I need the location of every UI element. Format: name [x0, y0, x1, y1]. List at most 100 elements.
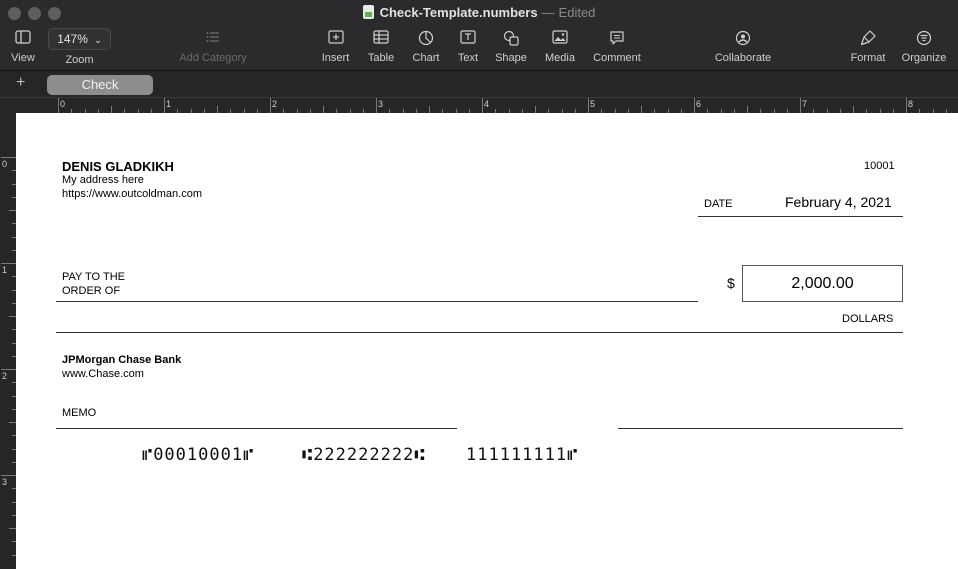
ruler-label: 7	[802, 99, 808, 109]
ruler-label: 1	[2, 265, 8, 275]
chart-label: Chart	[412, 52, 440, 64]
amount-box[interactable]: 2,000.00	[742, 265, 903, 302]
ruler-tick	[1, 263, 16, 264]
ruler-tick	[111, 106, 112, 113]
ruler-label: 2	[272, 99, 278, 109]
sheet-tab-bar: + Check	[0, 70, 958, 97]
list-icon	[172, 30, 254, 46]
horizontal-ruler: 0 1 2 3 4 5 6 7 8	[0, 97, 958, 113]
zoom-value: 147%	[57, 32, 88, 46]
text-icon	[453, 30, 483, 46]
ruler-label: 3	[378, 99, 384, 109]
media-label: Media	[545, 52, 575, 64]
ruler-tick	[588, 98, 589, 113]
currency-symbol: $	[727, 275, 735, 291]
text-label: Text	[457, 52, 479, 64]
zoom-dropdown[interactable]: 147% ⌄	[48, 28, 111, 50]
view-label: View	[11, 52, 35, 64]
date-label: DATE	[704, 198, 733, 210]
collaborate-button[interactable]: Collaborate	[711, 30, 775, 64]
comment-label: Comment	[593, 52, 641, 64]
ruler-tick	[217, 106, 218, 113]
signature-underline	[618, 428, 903, 429]
view-button[interactable]: View	[8, 30, 38, 64]
ruler-tick	[9, 210, 16, 211]
ruler-tick	[747, 106, 748, 113]
vertical-ruler: 0 1 2 3	[0, 113, 16, 569]
insert-label: Insert	[321, 52, 350, 64]
micr-routing-number[interactable]: ⑆222222222⑆	[302, 445, 426, 465]
ruler-tick	[376, 98, 377, 113]
ruler-tick	[694, 98, 695, 113]
bank-name[interactable]: JPMorgan Chase Bank	[62, 354, 181, 366]
ruler-tick	[800, 98, 801, 113]
document-name: Check-Template.numbers	[379, 5, 538, 20]
add-category-button[interactable]: Add Category	[172, 30, 254, 64]
insert-icon	[318, 30, 353, 46]
ruler-tick	[1, 369, 16, 370]
numbers-document-icon	[362, 5, 374, 19]
payer-name[interactable]: DENIS GLADKIKH	[62, 159, 174, 174]
ruler-tick	[429, 106, 430, 113]
ruler-tick	[482, 98, 483, 113]
dollars-label: DOLLARS	[842, 313, 894, 325]
sheet-canvas[interactable]: DENIS GLADKIKH My address here https://w…	[16, 113, 958, 569]
payee-underline	[56, 301, 698, 302]
ruler-tick	[906, 98, 907, 113]
table-icon	[364, 30, 398, 46]
ruler-tick	[270, 98, 271, 113]
ruler-tick	[853, 106, 854, 113]
ruler-label: 1	[166, 99, 172, 109]
ruler-tick	[1, 157, 16, 158]
comment-icon	[590, 30, 644, 46]
media-button[interactable]: Media	[541, 30, 579, 64]
text-button[interactable]: Text	[453, 30, 483, 64]
chevron-down-icon: ⌄	[94, 35, 102, 45]
insert-button[interactable]: Insert	[318, 30, 353, 64]
collaborate-label: Collaborate	[714, 52, 772, 64]
organize-label: Organize	[901, 52, 947, 64]
ruler-tick	[1, 475, 16, 476]
sheet-tab-check[interactable]: Check	[47, 75, 153, 95]
micr-check-number[interactable]: ⑈00010001⑈	[142, 445, 254, 465]
ruler-tick	[9, 316, 16, 317]
media-icon	[541, 30, 579, 46]
date-value[interactable]: February 4, 2021	[785, 194, 892, 210]
payer-address[interactable]: My address here	[62, 174, 144, 186]
format-button[interactable]: Format	[848, 30, 888, 64]
shape-label: Shape	[495, 52, 527, 64]
format-label: Format	[850, 52, 886, 64]
collaborate-icon	[711, 30, 775, 46]
ruler-tick	[9, 528, 16, 529]
ruler-label: 4	[484, 99, 490, 109]
shape-icon	[493, 30, 529, 46]
window-toolbar: Check-Template.numbers — Edited View 147% …	[0, 0, 958, 70]
payer-website[interactable]: https://www.outcoldman.com	[62, 188, 202, 200]
zoom-label: Zoom	[65, 54, 94, 66]
memo-underline	[56, 428, 457, 429]
ruler-label: 3	[2, 477, 8, 487]
check-number[interactable]: 10001	[864, 160, 895, 172]
micr-account-number[interactable]: 111111111⑈	[466, 445, 578, 465]
comment-button[interactable]: Comment	[590, 30, 644, 64]
ruler-tick	[164, 98, 165, 113]
pay-to-label-line1: PAY TO THE	[62, 271, 125, 283]
table-button[interactable]: Table	[364, 30, 398, 64]
ruler-label: 0	[60, 99, 66, 109]
written-amount-underline	[56, 332, 903, 333]
pay-to-label-line2: ORDER OF	[62, 285, 121, 297]
add-sheet-button[interactable]: +	[16, 74, 25, 92]
ruler-tick	[323, 106, 324, 113]
ruler-tick	[58, 98, 59, 113]
bank-website[interactable]: www.Chase.com	[62, 368, 144, 380]
ruler-label: 8	[908, 99, 914, 109]
shape-button[interactable]: Shape	[493, 30, 529, 64]
chart-button[interactable]: Chart	[409, 30, 443, 64]
date-underline	[698, 216, 903, 217]
add-category-label: Add Category	[179, 52, 247, 64]
format-brush-icon	[848, 30, 888, 46]
title-separator: —	[541, 5, 555, 20]
organize-button[interactable]: Organize	[899, 30, 949, 64]
ruler-tick	[9, 422, 16, 423]
ruler-label: 2	[2, 371, 8, 381]
